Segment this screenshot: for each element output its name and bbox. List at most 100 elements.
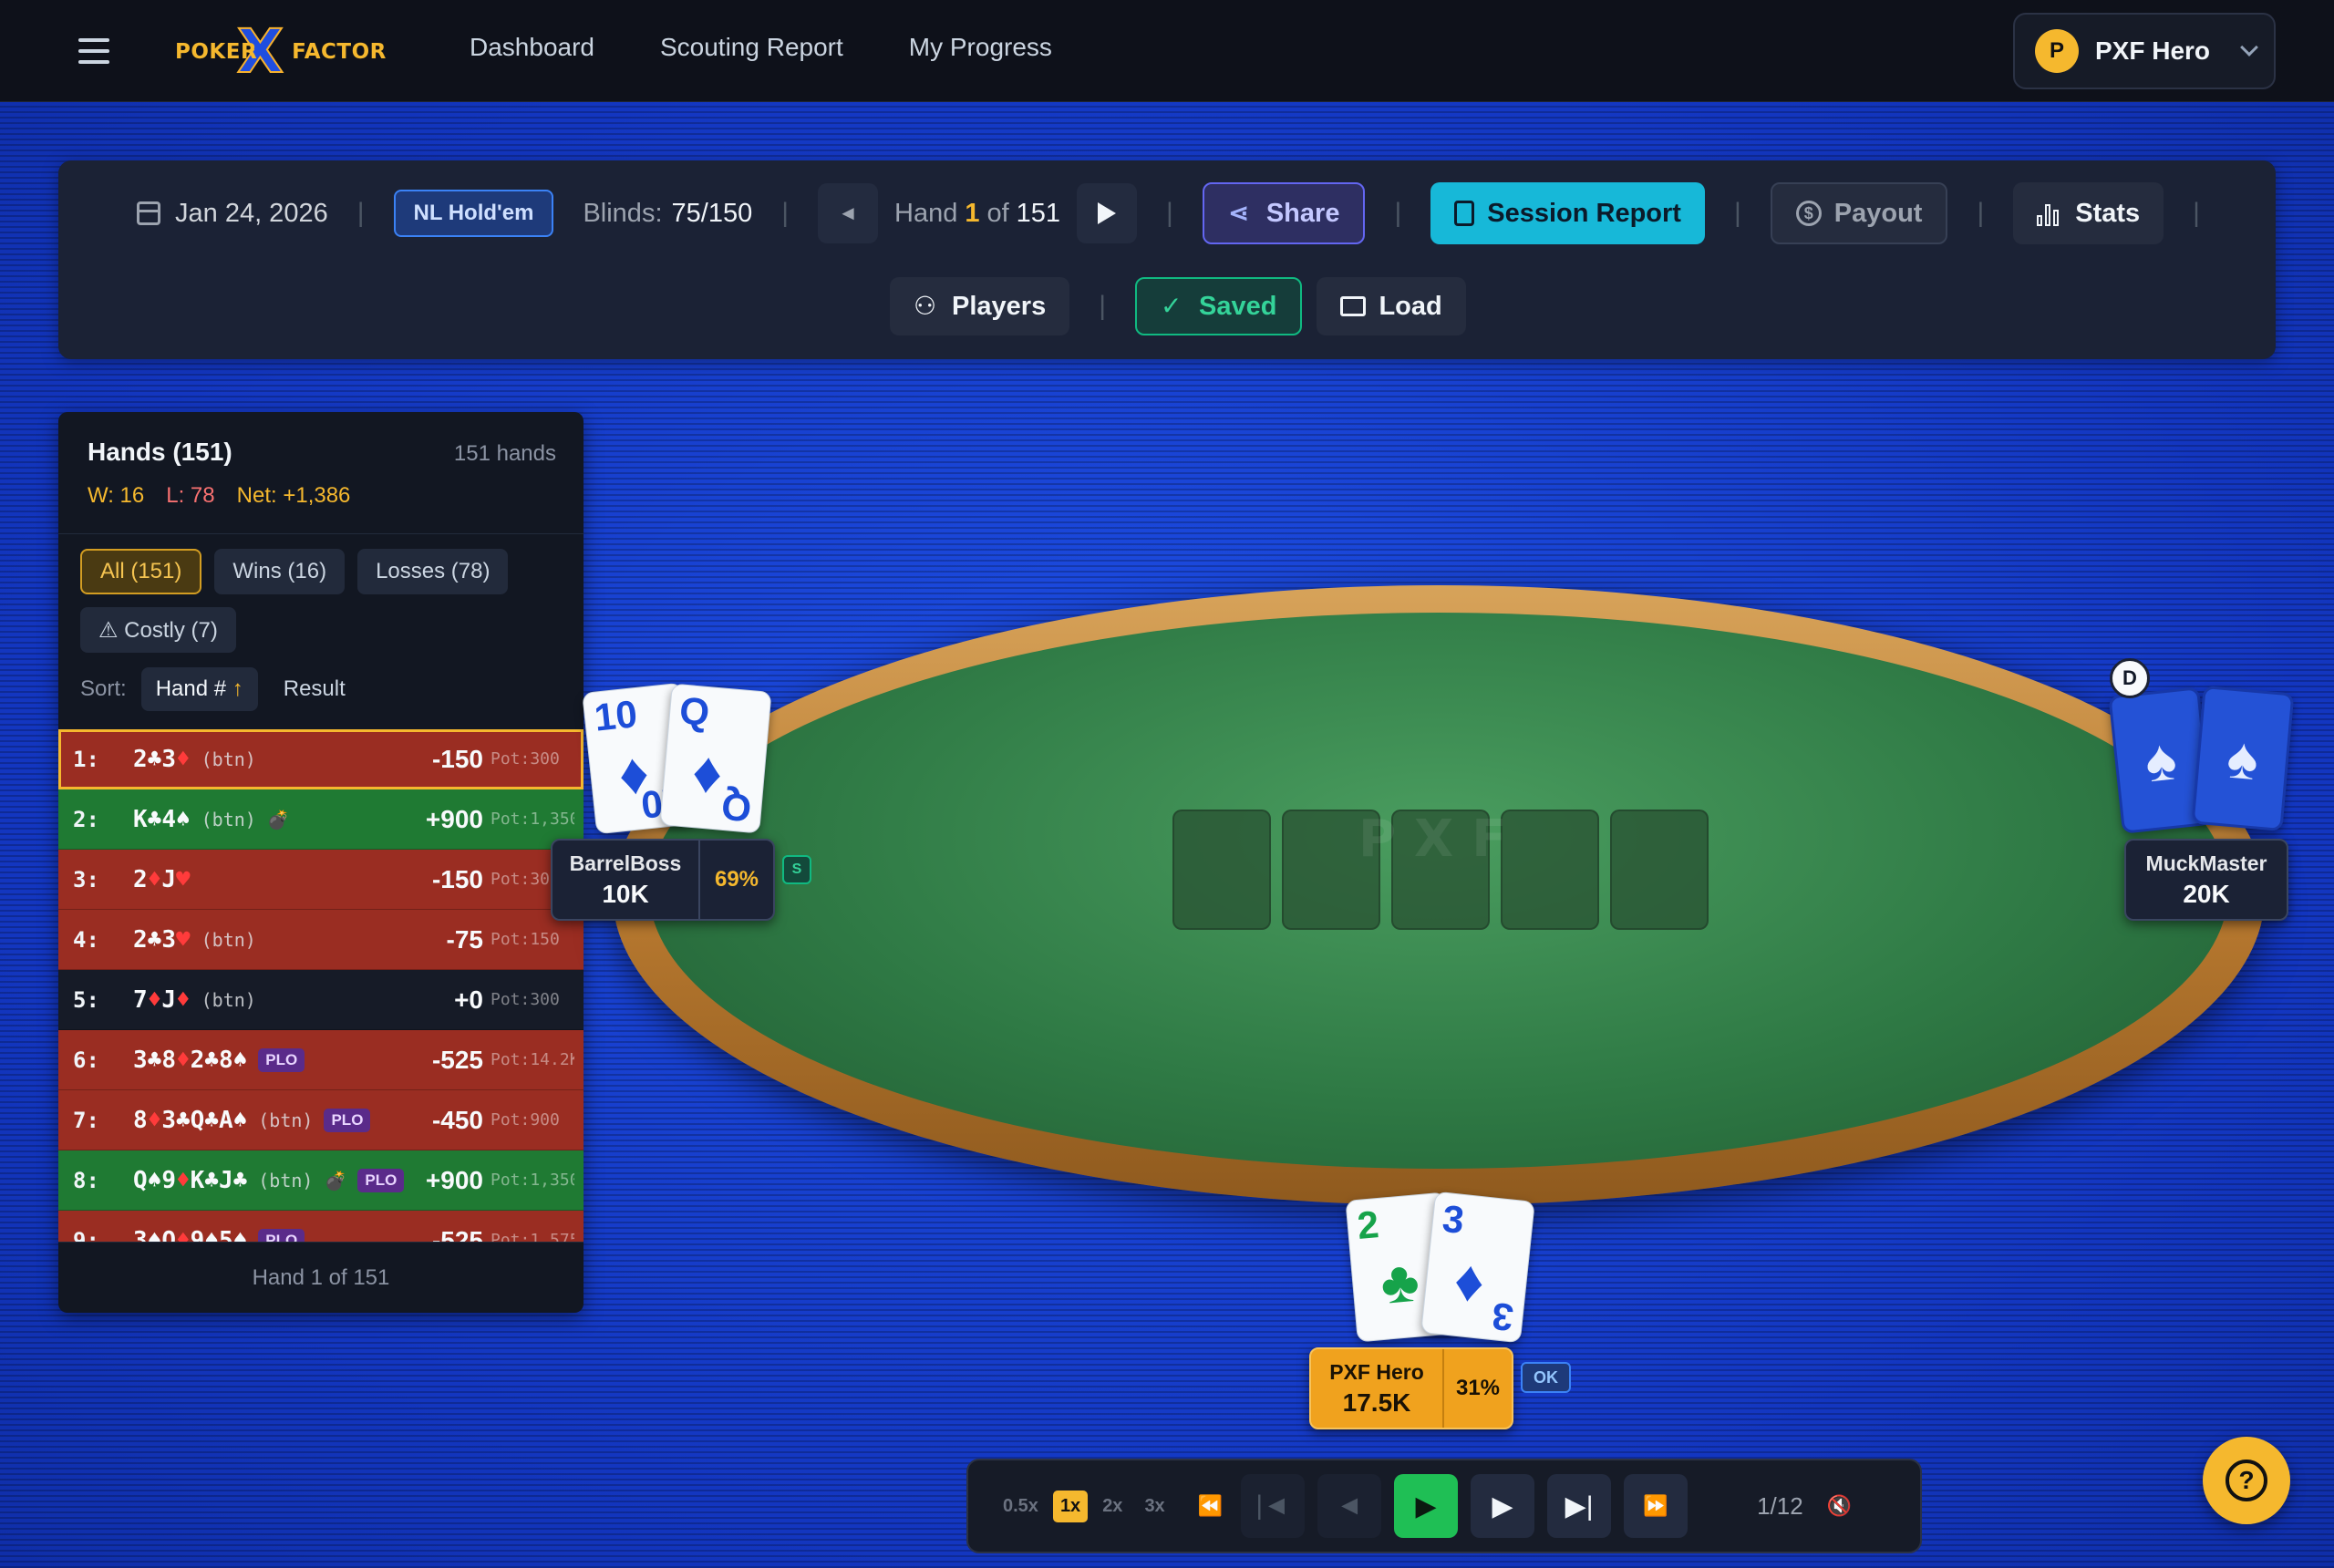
user-menu-button[interactable]: P PXF Hero [2013, 13, 2276, 89]
share-button[interactable]: Share [1202, 182, 1366, 244]
mute-icon[interactable]: 🔇 [1827, 1494, 1852, 1518]
speed-1x[interactable]: 1x [1052, 1490, 1089, 1522]
hand-index: 3: [73, 866, 99, 892]
hand-position-footer: Hand 1 of 151 [58, 1242, 584, 1313]
hand-result: -525 [431, 1225, 483, 1243]
help-button[interactable]: ? [2203, 1437, 2290, 1524]
sort-result[interactable]: Result [284, 676, 346, 702]
hand-pot: Pot:150 [491, 930, 560, 949]
player-name: BarrelBoss [569, 851, 682, 875]
players-icon: ⚇ [914, 292, 937, 320]
hand-index: 5: [73, 986, 99, 1013]
load-button[interactable]: Load [1317, 277, 1466, 335]
seat-barrelboss[interactable]: BarrelBoss 10K 69% [551, 839, 775, 921]
seat-hero[interactable]: PXF Hero 17.5K 31% [1309, 1347, 1513, 1429]
play-icon[interactable]: ▶ [1394, 1474, 1459, 1538]
filter-wins[interactable]: Wins (16) [214, 549, 346, 594]
rewind-icon[interactable]: ⏪ [1198, 1494, 1223, 1518]
step-back-icon[interactable]: ◄ [1317, 1474, 1382, 1538]
filter-all[interactable]: All (151) [80, 549, 202, 594]
player-equity: 31% [1442, 1349, 1512, 1428]
session-report-button[interactable]: Session Report [1430, 182, 1705, 244]
hand-pot: Pot:14.2K [491, 1050, 574, 1069]
hands-title: Hands (151) [88, 438, 232, 466]
seat-muckmaster[interactable]: MuckMaster 20K [2124, 839, 2288, 921]
blinds-value: 75/150 [671, 198, 753, 228]
hand-result: -525 [431, 1045, 483, 1074]
hole-cards: 2♣3♦ [133, 745, 191, 773]
hand-pot: Pot:1,350 [491, 1171, 574, 1190]
pokerfactor-logo[interactable]: X POKER FACTOR [173, 15, 386, 88]
share-icon [1228, 201, 1254, 226]
player-name: PXF Hero [1329, 1359, 1424, 1384]
hand-row[interactable]: 5: 7♦J♦ (btn) +0 Pot:300 [58, 970, 584, 1030]
prev-hand-button[interactable]: ◄ [818, 183, 878, 243]
hand-list[interactable]: 1: 2♣3♦ (btn) -150 Pot:300 2: K♣4♠ (btn) 💣 +900 Po… [58, 729, 584, 1242]
skip-start-icon[interactable]: |◄ [1241, 1474, 1306, 1538]
hand-pot: Pot:300 [491, 990, 560, 1009]
hand-index: 6: [73, 1047, 99, 1073]
hand-row[interactable]: 3: 2♦J♥ -150 Pot:300 [58, 850, 584, 910]
nav-scouting-report[interactable]: Scouting Report [660, 33, 843, 62]
button-marker: (btn) [258, 1169, 314, 1191]
skip-end-icon[interactable]: ▶| [1547, 1474, 1612, 1538]
hole-cards: Q♠9♦K♣J♣ [133, 1166, 248, 1194]
nav-dashboard[interactable]: Dashboard [470, 33, 594, 62]
plo-badge: PLO [324, 1108, 371, 1132]
button-marker: (btn) [258, 1109, 314, 1131]
hand-toolbar: Jan 24, 2026 | NL Hold'em Blinds: 75/150… [58, 160, 2276, 359]
speed-3x[interactable]: 3x [1137, 1491, 1172, 1522]
dealer-button: D [2110, 658, 2150, 698]
board-slot [1172, 810, 1271, 930]
user-name: PXF Hero [2095, 36, 2211, 65]
next-hand-button[interactable] [1077, 183, 1138, 243]
saved-button[interactable]: ✓ Saved [1135, 277, 1303, 335]
hand-row[interactable]: 4: 2♣3♥ (btn) -75 Pot:150 [58, 910, 584, 970]
chevron-down-icon [2240, 38, 2258, 57]
avatar: P [2035, 29, 2079, 73]
hand-row[interactable]: 1: 2♣3♦ (btn) -150 Pot:300 [58, 729, 584, 789]
clipboard-icon [1454, 201, 1475, 226]
filter-losses[interactable]: Losses (78) [357, 549, 509, 594]
hand-row[interactable]: 7: 8♦3♣Q♣A♠ (btn) PLO -450 Pot:900 [58, 1090, 584, 1150]
player-equity: 69% [698, 841, 773, 919]
plo-badge: PLO [258, 1047, 305, 1072]
players-button[interactable]: ⚇ Players [890, 277, 1070, 335]
sort-asc-icon: ↑ [232, 676, 243, 701]
nav-my-progress[interactable]: My Progress [909, 33, 1052, 62]
payout-button[interactable]: $ Payout [1770, 182, 1948, 244]
hand-result: -150 [431, 744, 483, 773]
hole-cards: 8♦3♣Q♣A♠ [133, 1106, 248, 1134]
blinds-label: Blinds: [583, 198, 663, 228]
action-position: 1/12 [1757, 1491, 1803, 1520]
hand-row[interactable]: 9: 3♠Q♦9♠5♠ PLO -525 Pot:1,575 [58, 1211, 584, 1242]
menu-icon[interactable] [78, 38, 109, 64]
game-type-badge: NL Hold'em [393, 190, 554, 237]
hand-counter: Hand 1 of 151 [894, 198, 1061, 228]
play-icon [1098, 202, 1117, 224]
calendar-icon [137, 201, 160, 225]
hands-header: Hands (151) 151 hands W: 16 L: 78 Net: +… [58, 412, 584, 534]
hand-index: 1: [73, 746, 99, 772]
hand-pot: Pot:1,350 [491, 810, 574, 829]
session-date: Jan 24, 2026 [175, 198, 328, 228]
player-stack: 10K [602, 879, 649, 908]
player-status-tag: OK [1521, 1362, 1571, 1393]
speed-2x[interactable]: 2x [1095, 1491, 1130, 1522]
check-icon: ✓ [1161, 292, 1182, 320]
step-forward-icon[interactable]: ▶ [1471, 1474, 1535, 1538]
hand-row[interactable]: 6: 3♣8♦2♣8♠ PLO -525 Pot:14.2K [58, 1030, 584, 1090]
losses-stat: L: 78 [166, 483, 215, 508]
speed-0-5x[interactable]: 0.5x [996, 1491, 1046, 1522]
hand-row[interactable]: 2: K♣4♠ (btn) 💣 +900 Pot:1,350 [58, 789, 584, 850]
hole-cards: 7♦J♦ [133, 985, 191, 1014]
sort-hand-number[interactable]: Hand # ↑ [140, 667, 258, 711]
player-stack: 20K [2183, 879, 2230, 908]
stats-button[interactable]: Stats [2013, 182, 2164, 244]
fast-forward-icon[interactable]: ⏩ [1624, 1474, 1689, 1538]
hole-cards: K♣4♠ [133, 805, 191, 833]
filter-costly[interactable]: ⚠ Costly (7) [80, 607, 236, 653]
hand-result: -450 [431, 1105, 483, 1134]
hand-row[interactable]: 8: Q♠9♦K♣J♣ (btn) 💣 PLO +900 Pot:1,350 [58, 1150, 584, 1211]
villain1-card-2: Q ♦ Q [659, 683, 772, 834]
